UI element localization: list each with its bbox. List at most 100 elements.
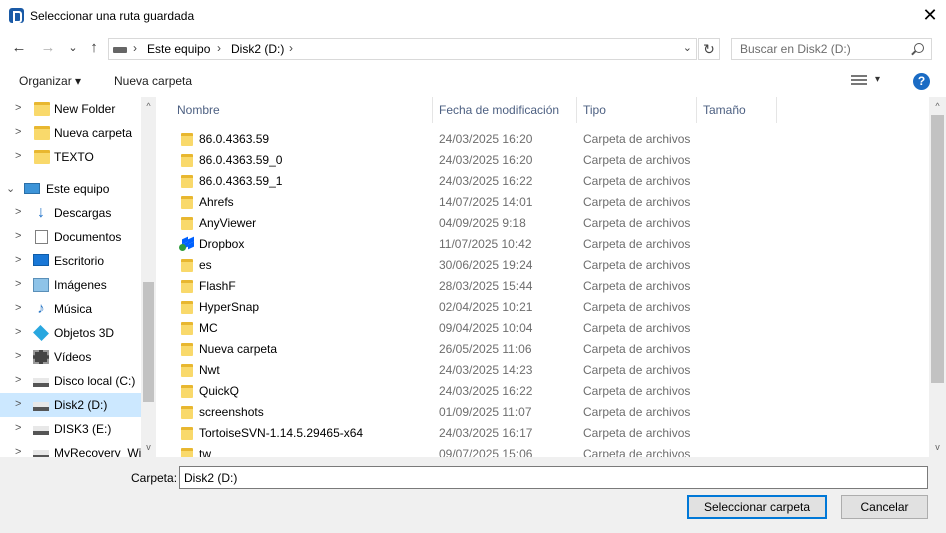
- table-row[interactable]: MC 09/04/2025 10:04 Carpeta de archivos: [157, 317, 929, 338]
- expand-chevron-icon[interactable]: >: [15, 326, 21, 338]
- tree-item-disk2-d[interactable]: > Disk2 (D:): [0, 393, 141, 417]
- search-input[interactable]: [740, 42, 910, 56]
- breadcrumb-disk2[interactable]: Disk2 (D:): [231, 42, 284, 56]
- forward-button[interactable]: →: [38, 39, 58, 57]
- tree-item-disco-local-c[interactable]: > Disco local (C:): [0, 369, 141, 393]
- 3d-objects-icon: [33, 325, 49, 341]
- recent-locations-button[interactable]: ⌄: [63, 39, 83, 57]
- table-row[interactable]: HyperSnap 02/04/2025 10:21 Carpeta de ar…: [157, 296, 929, 317]
- table-row[interactable]: screenshots 01/09/2025 11:07 Carpeta de …: [157, 401, 929, 422]
- table-row[interactable]: 86.0.4363.59 24/03/2025 16:20 Carpeta de…: [157, 128, 929, 149]
- table-row[interactable]: 86.0.4363.59_1 24/03/2025 16:22 Carpeta …: [157, 170, 929, 191]
- help-icon[interactable]: ?: [913, 73, 930, 90]
- table-row[interactable]: AnyViewer 04/09/2025 9:18 Carpeta de arc…: [157, 212, 929, 233]
- table-row[interactable]: Ahrefs 14/07/2025 14:01 Carpeta de archi…: [157, 191, 929, 212]
- tree-item-musica[interactable]: > ♪ Música: [0, 297, 141, 321]
- folder-icon: [181, 217, 193, 230]
- table-row[interactable]: 86.0.4363.59_0 24/03/2025 16:20 Carpeta …: [157, 149, 929, 170]
- file-type: Carpeta de archivos: [583, 384, 691, 398]
- file-name: Nueva carpeta: [199, 342, 278, 356]
- column-header-date[interactable]: Fecha de modificación: [433, 97, 577, 123]
- file-type: Carpeta de archivos: [583, 216, 691, 230]
- tree-item-disk3-e[interactable]: > DISK3 (E:): [0, 417, 141, 441]
- expand-chevron-icon[interactable]: >: [15, 350, 21, 362]
- scroll-down-arrow[interactable]: v: [929, 442, 946, 452]
- app-icon: [9, 8, 24, 23]
- expand-chevron-icon[interactable]: >: [15, 254, 21, 266]
- scroll-down-arrow[interactable]: v: [141, 442, 156, 452]
- organize-menu[interactable]: Organizar ▾: [19, 74, 81, 88]
- column-header-type[interactable]: Tipo: [577, 97, 697, 123]
- tree-item-imagenes[interactable]: > Imágenes: [0, 273, 141, 297]
- table-row[interactable]: FlashF 28/03/2025 15:44 Carpeta de archi…: [157, 275, 929, 296]
- column-header-name[interactable]: Nombre ^: [171, 97, 433, 123]
- scroll-up-arrow[interactable]: ^: [141, 101, 156, 111]
- table-row[interactable]: TortoiseSVN-1.14.5.29465-x64 24/03/2025 …: [157, 422, 929, 443]
- drive-icon: [33, 426, 49, 435]
- collapse-chevron-icon[interactable]: ⌄: [6, 182, 15, 195]
- file-date: 24/03/2025 16:22: [439, 384, 533, 398]
- tree-item-myrecovery[interactable]: > MyRecovery_Wi: [0, 441, 141, 457]
- file-name: screenshots: [199, 405, 264, 419]
- expand-chevron-icon[interactable]: >: [15, 398, 21, 410]
- table-row[interactable]: es 30/06/2025 19:24 Carpeta de archivos: [157, 254, 929, 275]
- up-button[interactable]: ↑: [84, 39, 104, 57]
- address-dropdown-icon[interactable]: ⌄: [683, 41, 692, 54]
- folder-icon: [181, 133, 193, 146]
- file-list-scrollbar[interactable]: ^ v: [929, 97, 946, 457]
- expand-chevron-icon[interactable]: >: [15, 230, 21, 242]
- file-date: 04/09/2025 9:18: [439, 216, 526, 230]
- view-options-icon[interactable]: [851, 75, 867, 87]
- expand-chevron-icon[interactable]: >: [15, 374, 21, 386]
- folder-field[interactable]: [179, 466, 928, 489]
- table-row[interactable]: QuickQ 24/03/2025 16:22 Carpeta de archi…: [157, 380, 929, 401]
- tree-item-objetos-3d[interactable]: > Objetos 3D: [0, 321, 141, 345]
- new-folder-button[interactable]: Nueva carpeta: [114, 74, 192, 88]
- expand-chevron-icon[interactable]: >: [15, 302, 21, 314]
- tree-item-descargas[interactable]: > ↓ Descargas: [0, 201, 141, 225]
- address-bar[interactable]: › Este equipo › Disk2 (D:) › ⌄: [108, 38, 697, 60]
- folder-icon: [181, 259, 193, 272]
- search-icon[interactable]: [914, 43, 924, 53]
- folder-icon: [181, 364, 193, 377]
- expand-chevron-icon[interactable]: >: [15, 102, 21, 114]
- tree-item-texto[interactable]: > TEXTO: [0, 145, 141, 169]
- search-box[interactable]: [731, 38, 932, 60]
- command-bar: Organizar ▾ Nueva carpeta ▾ ?: [0, 66, 946, 96]
- scrollbar-thumb[interactable]: [931, 115, 944, 383]
- pictures-icon: [33, 278, 49, 292]
- tree-item-documentos[interactable]: > Documentos: [0, 225, 141, 249]
- table-row[interactable]: tw 09/07/2025 15:06 Carpeta de archivos: [157, 443, 929, 457]
- close-button[interactable]: ✕: [914, 0, 946, 32]
- refresh-button[interactable]: ↻: [698, 38, 720, 60]
- select-folder-button[interactable]: Seleccionar carpeta: [687, 495, 827, 519]
- file-type: Carpeta de archivos: [583, 426, 691, 440]
- folder-label: Carpeta:: [131, 471, 178, 485]
- tree-item-escritorio[interactable]: > Escritorio: [0, 249, 141, 273]
- table-row[interactable]: Nueva carpeta 26/05/2025 11:06 Carpeta d…: [157, 338, 929, 359]
- tree-item-new-folder[interactable]: > New Folder: [0, 97, 141, 121]
- column-header-size[interactable]: Tamaño: [697, 97, 777, 123]
- expand-chevron-icon[interactable]: >: [15, 206, 21, 218]
- table-row[interactable]: Nwt 24/03/2025 14:23 Carpeta de archivos: [157, 359, 929, 380]
- tree-item-videos[interactable]: > Vídeos: [0, 345, 141, 369]
- tree-item-este-equipo[interactable]: ⌄ Este equipo: [0, 177, 141, 201]
- tree-item-nueva-carpeta[interactable]: > Nueva carpeta: [0, 121, 141, 145]
- file-type: Carpeta de archivos: [583, 258, 691, 272]
- tree-item-label: Descargas: [54, 206, 112, 220]
- navigation-scrollbar[interactable]: ^ v: [141, 97, 156, 457]
- expand-chevron-icon[interactable]: >: [15, 126, 21, 138]
- scrollbar-thumb[interactable]: [143, 282, 154, 402]
- drive-icon: [33, 450, 49, 457]
- view-dropdown-icon[interactable]: ▾: [875, 74, 880, 85]
- scroll-up-arrow[interactable]: ^: [929, 101, 946, 111]
- cancel-button[interactable]: Cancelar: [841, 495, 928, 519]
- expand-chevron-icon[interactable]: >: [15, 422, 21, 434]
- back-button[interactable]: ←: [9, 39, 29, 57]
- expand-chevron-icon[interactable]: >: [15, 150, 21, 162]
- table-row[interactable]: Dropbox 11/07/2025 10:42 Carpeta de arch…: [157, 233, 929, 254]
- expand-chevron-icon[interactable]: >: [15, 278, 21, 290]
- breadcrumb-este-equipo[interactable]: Este equipo: [147, 42, 210, 56]
- expand-chevron-icon[interactable]: >: [15, 446, 21, 457]
- file-type: Carpeta de archivos: [583, 300, 691, 314]
